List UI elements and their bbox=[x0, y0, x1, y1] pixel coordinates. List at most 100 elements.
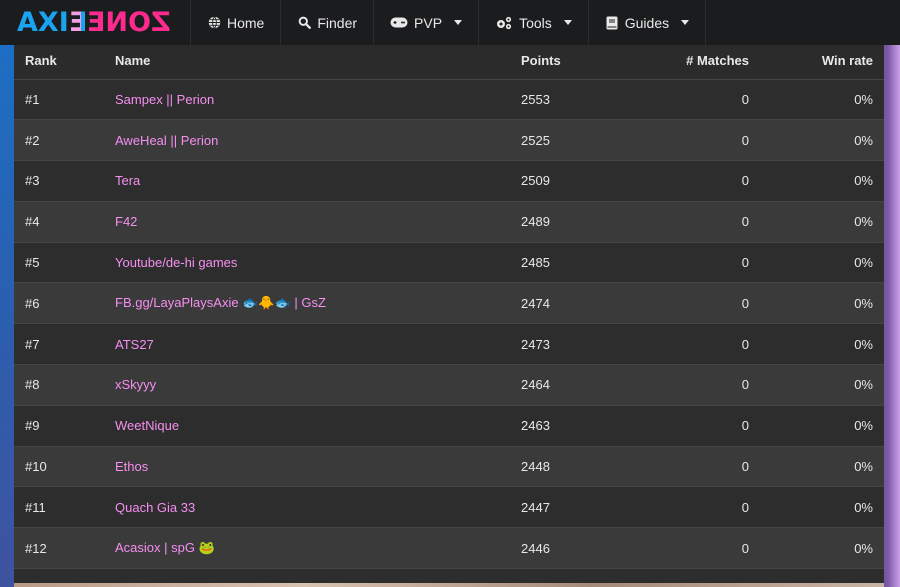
logo-text-axi: AXI bbox=[17, 7, 69, 38]
cell-win-rate: 0% bbox=[854, 459, 873, 475]
cell-points: 2553 bbox=[521, 91, 550, 107]
cell-win-rate: 0% bbox=[854, 540, 873, 556]
cell-matches: 0 bbox=[741, 214, 749, 230]
player-name-link[interactable]: F42 bbox=[115, 214, 137, 229]
cell-name: AweHeal || Perion bbox=[104, 120, 510, 161]
cell-name: Ethos bbox=[104, 446, 510, 487]
cell-matches: 0 bbox=[741, 255, 749, 271]
cell-win-rate: 0% bbox=[854, 499, 873, 515]
player-name-link[interactable]: Acasiox | spG 🐸 bbox=[115, 540, 215, 555]
table-row: #12 Acasiox | spG 🐸 2446 0 0% bbox=[14, 527, 884, 569]
cell-rank: #6 bbox=[25, 295, 40, 311]
cell-rank: #4 bbox=[25, 214, 40, 230]
cell-win-rate: 0% bbox=[854, 255, 873, 271]
cogs-icon bbox=[495, 16, 513, 30]
nav-item-tools[interactable]: Tools bbox=[478, 0, 588, 45]
table-row: #4 F42 2489 0 0% bbox=[14, 201, 884, 243]
player-name-link[interactable]: Sampex || Perion bbox=[115, 92, 214, 107]
table-row: #8 xSkyyy 2464 0 0% bbox=[14, 364, 884, 406]
cell-rank: #5 bbox=[25, 255, 40, 271]
cell-matches: 0 bbox=[741, 295, 749, 311]
chevron-down-icon bbox=[681, 20, 690, 25]
leaderboard-table-container: Rank Name Points # Matches Win rate #1 Sa… bbox=[14, 37, 884, 587]
player-name-link[interactable]: WeetNique bbox=[115, 418, 179, 433]
cell-matches: 0 bbox=[741, 540, 749, 556]
cell-points: 2446 bbox=[521, 540, 550, 556]
cell-rank: #9 bbox=[25, 418, 40, 434]
cell-matches: 0 bbox=[741, 173, 749, 189]
nav-item-label: PVP bbox=[414, 14, 443, 31]
table-row: #6 FB.gg/LayaPlaysAxie 🐟🐥🐟 | GsZ 2474 0 0% bbox=[14, 282, 884, 324]
cell-name: Quach Gia 33 bbox=[104, 487, 510, 528]
nav-item-guides[interactable]: Guides bbox=[587, 0, 705, 45]
cell-matches: 0 bbox=[741, 377, 749, 393]
player-name-link[interactable]: Ethos bbox=[115, 459, 148, 474]
table-row: #9 WeetNique 2463 0 0% bbox=[14, 405, 884, 447]
player-name-link[interactable]: xSkyyy bbox=[115, 377, 156, 392]
cell-win-rate: 0% bbox=[854, 173, 873, 189]
player-name-link[interactable]: Tera bbox=[115, 173, 140, 188]
cell-matches: 0 bbox=[741, 336, 749, 352]
leaderboard-table: Rank Name Points # Matches Win rate #1 Sa… bbox=[14, 37, 884, 587]
search-icon bbox=[297, 16, 311, 30]
logo-text-e: E bbox=[68, 7, 88, 38]
table-row: #10 Ethos 2448 0 0% bbox=[14, 446, 884, 487]
cell-matches: 0 bbox=[741, 132, 749, 148]
cell-points: 2463 bbox=[521, 418, 550, 434]
cell-win-rate: 0% bbox=[854, 214, 873, 230]
cell-points: 2485 bbox=[521, 255, 550, 271]
cell-matches: 0 bbox=[741, 91, 749, 107]
logo[interactable]: AXI E ZONE bbox=[0, 0, 190, 45]
cell-rank: #7 bbox=[25, 336, 40, 352]
nav-item-label: Finder bbox=[317, 14, 358, 31]
player-name-link[interactable]: FB.gg/LayaPlaysAxie 🐟🐥🐟 | GsZ bbox=[115, 295, 326, 310]
cell-win-rate: 0% bbox=[854, 91, 873, 107]
background-gradient-left bbox=[0, 0, 14, 587]
cell-rank: #8 bbox=[25, 377, 40, 393]
nav-item-finder[interactable]: Finder bbox=[280, 0, 373, 45]
table-row: #2 AweHeal || Perion 2525 0 0% bbox=[14, 119, 884, 161]
table-row: #1 Sampex || Perion 2553 0 0% bbox=[14, 79, 884, 120]
cell-rank: #2 bbox=[25, 132, 40, 148]
globe-icon bbox=[207, 16, 221, 30]
cell-rank: #1 bbox=[25, 91, 40, 107]
nav-item-label: Home bbox=[227, 14, 265, 31]
table-body: #1 Sampex || Perion 2553 0 0% #2 AweHeal || Pe… bbox=[14, 79, 884, 587]
nav-item-home[interactable]: Home bbox=[190, 0, 280, 45]
cell-rank: #12 bbox=[25, 540, 47, 556]
footer-image-strip bbox=[14, 583, 884, 587]
chevron-down-icon bbox=[454, 20, 463, 25]
logo-text-zone: ZONE bbox=[87, 7, 171, 38]
cell-points: 2448 bbox=[521, 459, 550, 475]
cell-name: ATS27 bbox=[104, 324, 510, 365]
cell-name: Acasiox | spG 🐸 bbox=[104, 528, 510, 569]
cell-win-rate: 0% bbox=[854, 132, 873, 148]
cell-matches: 0 bbox=[741, 459, 749, 475]
cell-rank: #3 bbox=[25, 173, 40, 189]
nav-item-label: Tools bbox=[519, 14, 552, 31]
navbar: AXI E ZONE Home Finder PVP Tools Guides bbox=[0, 0, 900, 45]
table-row: #5 Youtube/de-hi games 2485 0 0% bbox=[14, 242, 884, 283]
player-name-link[interactable]: Youtube/de-hi games bbox=[115, 255, 237, 270]
cell-points: 2474 bbox=[521, 295, 550, 311]
nav-item-pvp[interactable]: PVP bbox=[373, 0, 478, 45]
cell-name: Sampex || Perion bbox=[104, 79, 510, 120]
cell-name: FB.gg/LayaPlaysAxie 🐟🐥🐟 | GsZ bbox=[104, 283, 510, 324]
cell-points: 2525 bbox=[521, 132, 550, 148]
book-icon bbox=[605, 16, 619, 30]
cell-name: F42 bbox=[104, 201, 510, 242]
cell-rank: #11 bbox=[25, 499, 46, 515]
cell-win-rate: 0% bbox=[854, 295, 873, 311]
player-name-link[interactable]: AweHeal || Perion bbox=[115, 133, 218, 148]
cell-points: 2509 bbox=[521, 173, 550, 189]
cell-points: 2464 bbox=[521, 377, 550, 393]
chevron-down-icon bbox=[563, 20, 572, 25]
cell-rank: #10 bbox=[25, 459, 47, 475]
player-name-link[interactable]: Quach Gia 33 bbox=[115, 500, 195, 515]
cell-matches: 0 bbox=[741, 499, 749, 515]
navbar-spacer bbox=[705, 0, 900, 45]
cell-points: 2473 bbox=[521, 336, 550, 352]
cell-matches: 0 bbox=[741, 418, 749, 434]
table-row: #11 Quach Gia 33 2447 0 0% bbox=[14, 486, 884, 528]
player-name-link[interactable]: ATS27 bbox=[115, 337, 154, 352]
